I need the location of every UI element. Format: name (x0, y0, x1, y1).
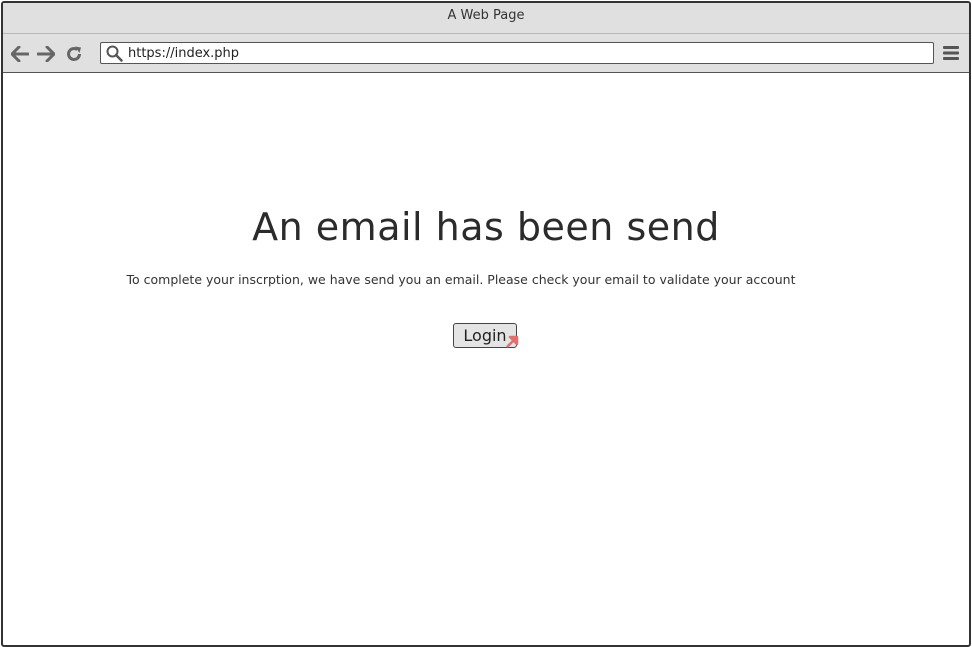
reload-icon (67, 46, 81, 61)
url-text: https://index.php (128, 46, 240, 61)
forward-button[interactable] (35, 43, 57, 65)
page-content: An email has been send To complete your … (3, 73, 969, 643)
arrow-right-icon (37, 46, 55, 62)
menu-button[interactable] (942, 44, 960, 62)
back-button[interactable] (9, 43, 31, 65)
arrow-left-icon (11, 46, 29, 62)
browser-toolbar: https://index.php (3, 34, 969, 73)
link-arrow-icon (506, 335, 519, 348)
window-title: A Web Page (447, 8, 525, 23)
hamburger-menu-icon (943, 46, 959, 60)
page-heading: An email has been send (252, 205, 720, 249)
reload-button[interactable] (63, 43, 85, 65)
browser-window: A Web Page https://index.php An email ha… (1, 1, 971, 647)
title-bar: A Web Page (3, 3, 969, 34)
confirmation-message: To complete your inscrption, we have sen… (126, 272, 796, 287)
search-icon (106, 45, 123, 62)
address-bar[interactable]: https://index.php (100, 42, 934, 64)
